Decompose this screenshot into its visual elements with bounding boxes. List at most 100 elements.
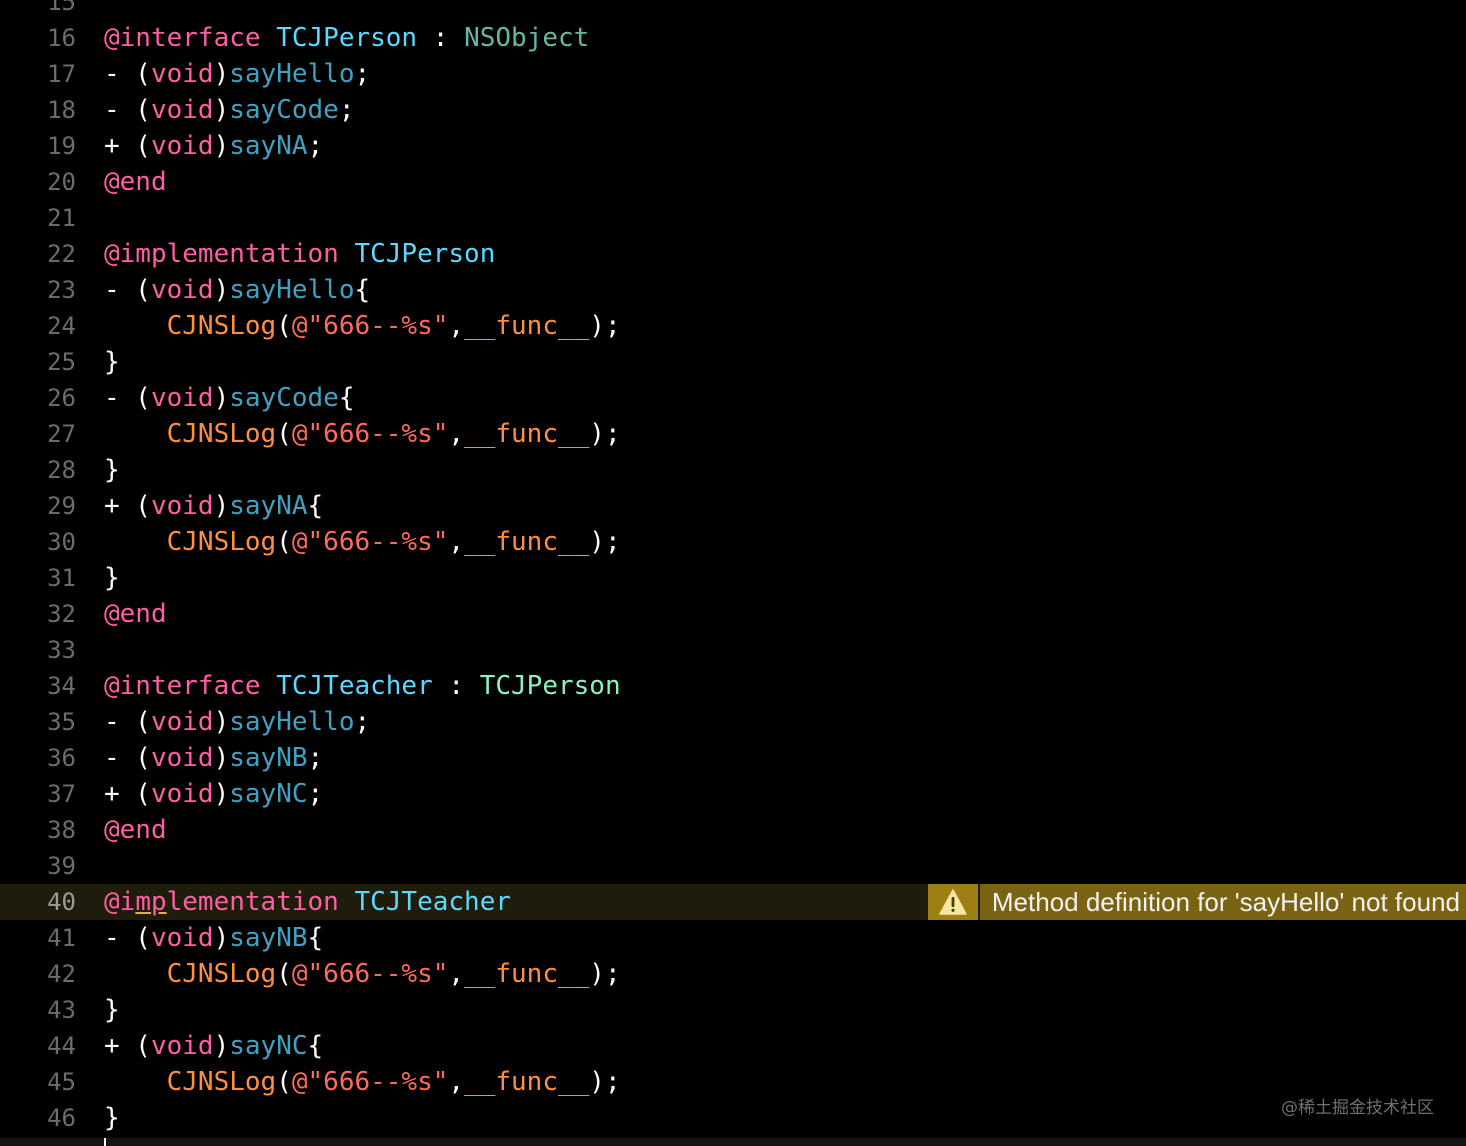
warning-message[interactable]: Method definition for 'sayHello' not fou…: [979, 884, 1466, 920]
line-source[interactable]: @end: [104, 164, 167, 200]
line-number[interactable]: 40: [0, 884, 76, 920]
line-number[interactable]: 42: [0, 956, 76, 992]
line-number[interactable]: 22: [0, 236, 76, 272]
code-line[interactable]: 16 @interface TCJPerson : NSObject: [0, 20, 1466, 56]
code-line[interactable]: 38 @end: [0, 812, 1466, 848]
line-source[interactable]: }: [104, 992, 120, 1028]
line-source[interactable]: - (void)sayHello{: [104, 272, 370, 308]
line-source[interactable]: @end: [104, 812, 167, 848]
line-number[interactable]: 19: [0, 128, 76, 164]
line-number[interactable]: 28: [0, 452, 76, 488]
line-number[interactable]: 15: [0, 0, 76, 20]
line-source[interactable]: CJNSLog(@"666--%s",__func__);: [104, 416, 621, 452]
code-line[interactable]: 18 - (void)sayCode;: [0, 92, 1466, 128]
code-line[interactable]: 24 CJNSLog(@"666--%s",__func__);: [0, 308, 1466, 344]
line-number[interactable]: 37: [0, 776, 76, 812]
code-line[interactable]: 29 + (void)sayNA{: [0, 488, 1466, 524]
code-line[interactable]: 32 @end: [0, 596, 1466, 632]
code-token: :: [432, 671, 480, 701]
line-source[interactable]: CJNSLog(@"666--%s",__func__);: [104, 956, 621, 992]
code-line[interactable]: 23 - (void)sayHello{: [0, 272, 1466, 308]
horizontal-scrollbar[interactable]: [0, 1138, 1466, 1146]
code-line[interactable]: 35 - (void)sayHello;: [0, 704, 1466, 740]
line-source[interactable]: - (void)sayHello;: [104, 56, 370, 92]
inline-warning[interactable]: Method definition for 'sayHello' not fou…: [927, 884, 1466, 920]
line-source[interactable]: + (void)sayNA;: [104, 128, 323, 164]
code-line[interactable]: 41 - (void)sayNB{: [0, 920, 1466, 956]
code-line[interactable]: 40 @implementation TCJTeacher Method defin…: [0, 884, 1466, 920]
code-line[interactable]: 36 - (void)sayNB;: [0, 740, 1466, 776]
line-number[interactable]: 36: [0, 740, 76, 776]
code-line[interactable]: 19 + (void)sayNA;: [0, 128, 1466, 164]
code-line[interactable]: 42 CJNSLog(@"666--%s",__func__);: [0, 956, 1466, 992]
line-number[interactable]: 46: [0, 1100, 76, 1136]
code-line[interactable]: 33: [0, 632, 1466, 668]
line-number[interactable]: 18: [0, 92, 76, 128]
code-line[interactable]: 15: [0, 0, 1466, 20]
line-number[interactable]: 44: [0, 1028, 76, 1064]
code-line[interactable]: 39: [0, 848, 1466, 884]
line-number[interactable]: 16: [0, 20, 76, 56]
line-source[interactable]: @end: [104, 596, 167, 632]
line-source[interactable]: - (void)sayNB;: [104, 740, 323, 776]
code-line[interactable]: 31}: [0, 560, 1466, 596]
line-source[interactable]: - (void)sayNB{: [104, 920, 323, 956]
line-number[interactable]: 29: [0, 488, 76, 524]
line-source[interactable]: }: [104, 1100, 120, 1136]
line-source[interactable]: CJNSLog(@"666--%s",__func__);: [104, 1064, 621, 1100]
line-number[interactable]: 25: [0, 344, 76, 380]
line-source[interactable]: CJNSLog(@"666--%s",__func__);: [104, 524, 621, 560]
line-source[interactable]: - (void)sayCode{: [104, 380, 354, 416]
warning-triangle-icon[interactable]: [927, 884, 978, 920]
code-token: CJNSLog: [166, 311, 277, 341]
line-source[interactable]: + (void)sayNA{: [104, 488, 323, 524]
line-number[interactable]: 33: [0, 632, 76, 668]
line-number[interactable]: 39: [0, 848, 76, 884]
line-number[interactable]: 32: [0, 596, 76, 632]
line-source[interactable]: }: [104, 452, 120, 488]
code-line[interactable]: 45 CJNSLog(@"666--%s",__func__);: [0, 1064, 1466, 1100]
code-line[interactable]: 43}: [0, 992, 1466, 1028]
code-line[interactable]: 46}: [0, 1100, 1466, 1136]
line-source[interactable]: - (void)sayCode;: [104, 92, 354, 128]
line-number[interactable]: 20: [0, 164, 76, 200]
line-source[interactable]: CJNSLog(@"666--%s",__func__);: [104, 308, 621, 344]
line-number[interactable]: 45: [0, 1064, 76, 1100]
line-number[interactable]: 17: [0, 56, 76, 92]
line-source[interactable]: + (void)sayNC;: [104, 776, 323, 812]
code-line[interactable]: 44 + (void)sayNC{: [0, 1028, 1466, 1064]
line-number[interactable]: 35: [0, 704, 76, 740]
line-source[interactable]: @implementation TCJPerson: [104, 236, 495, 272]
code-line[interactable]: 22 @implementation TCJPerson: [0, 236, 1466, 272]
code-line[interactable]: 25}: [0, 344, 1466, 380]
line-source[interactable]: @interface TCJPerson : NSObject: [104, 20, 589, 56]
line-source[interactable]: }: [104, 560, 120, 596]
line-number[interactable]: 24: [0, 308, 76, 344]
line-number[interactable]: 30: [0, 524, 76, 560]
code-line[interactable]: 28}: [0, 452, 1466, 488]
line-number[interactable]: 31: [0, 560, 76, 596]
line-number[interactable]: 27: [0, 416, 76, 452]
line-number[interactable]: 41: [0, 920, 76, 956]
code-line[interactable]: 17 - (void)sayHello;: [0, 56, 1466, 92]
code-line[interactable]: 34 @interface TCJTeacher : TCJPerson: [0, 668, 1466, 704]
line-number[interactable]: 26: [0, 380, 76, 416]
line-source[interactable]: @interface TCJTeacher : TCJPerson: [104, 668, 621, 704]
line-number[interactable]: 34: [0, 668, 76, 704]
code-line[interactable]: 21: [0, 200, 1466, 236]
line-source[interactable]: + (void)sayNC{: [104, 1028, 323, 1064]
line-source[interactable]: - (void)sayHello;: [104, 704, 370, 740]
code-line[interactable]: 27 CJNSLog(@"666--%s",__func__);: [0, 416, 1466, 452]
code-area[interactable]: 15 16 @interface TCJPerson : NSObject 17 - (…: [0, 0, 1466, 1136]
line-number[interactable]: 23: [0, 272, 76, 308]
line-number[interactable]: 43: [0, 992, 76, 1028]
line-source[interactable]: @implementation TCJTeacher: [104, 884, 511, 920]
code-editor[interactable]: 15 16 @interface TCJPerson : NSObject 17 - (…: [0, 0, 1466, 1146]
line-number[interactable]: 21: [0, 200, 76, 236]
line-number[interactable]: 38: [0, 812, 76, 848]
code-line[interactable]: 37 + (void)sayNC;: [0, 776, 1466, 812]
code-line[interactable]: 20 @end: [0, 164, 1466, 200]
line-source[interactable]: }: [104, 344, 120, 380]
code-line[interactable]: 26 - (void)sayCode{: [0, 380, 1466, 416]
code-line[interactable]: 30 CJNSLog(@"666--%s",__func__);: [0, 524, 1466, 560]
